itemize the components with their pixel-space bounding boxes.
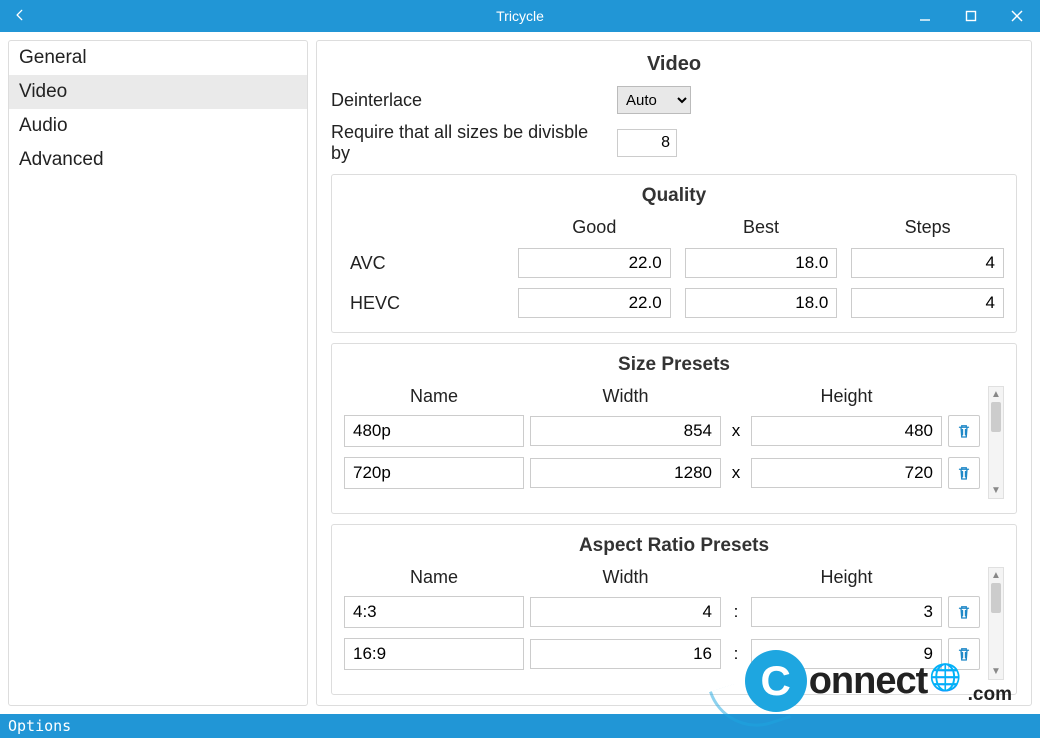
aspect-width-input[interactable] xyxy=(530,597,721,627)
size-height-input[interactable] xyxy=(751,416,942,446)
size-width-input[interactable] xyxy=(530,416,721,446)
quality-header-steps: Steps xyxy=(851,217,1004,238)
close-icon xyxy=(1011,10,1023,22)
aspect-presets-panel: Aspect Ratio Presets Name Width Height : xyxy=(331,524,1017,695)
aspect-header-width: Width xyxy=(530,567,721,588)
window-body: General Video Audio Advanced Video Deint… xyxy=(0,32,1040,714)
window-controls xyxy=(902,0,1040,32)
quality-codec-hevc: HEVC xyxy=(344,293,504,314)
window-title: Tricycle xyxy=(496,8,544,24)
trash-icon xyxy=(955,422,973,440)
aspect-presets-scrollbar[interactable]: ▲ ▼ xyxy=(988,567,1004,680)
size-preset-row: x xyxy=(344,457,982,489)
size-presets-header: Name Width Height xyxy=(344,386,982,407)
size-presets-scrollbar[interactable]: ▲ ▼ xyxy=(988,386,1004,499)
size-preset-row: x xyxy=(344,415,982,447)
aspect-header-height: Height xyxy=(751,567,942,588)
size-separator: x xyxy=(727,421,745,441)
aspect-presets-header: Name Width Height xyxy=(344,567,982,588)
divisible-row: Require that all sizes be divisble by xyxy=(331,122,1017,164)
chevron-left-icon xyxy=(13,8,27,22)
close-button[interactable] xyxy=(994,0,1040,32)
size-name-input[interactable] xyxy=(344,415,524,447)
size-header-height: Height xyxy=(751,386,942,407)
quality-panel: Quality Good Best Steps AVC HEVC xyxy=(331,174,1017,333)
delete-size-preset-button[interactable] xyxy=(948,415,980,447)
minimize-button[interactable] xyxy=(902,0,948,32)
aspect-separator: : xyxy=(727,644,745,664)
avc-steps-input[interactable] xyxy=(851,248,1004,278)
sidebar-item-general[interactable]: General xyxy=(9,41,307,75)
back-button[interactable] xyxy=(0,6,40,27)
page-title: Video xyxy=(331,53,1017,76)
trash-icon xyxy=(955,645,973,663)
minimize-icon xyxy=(919,10,931,22)
trash-icon xyxy=(955,464,973,482)
scroll-down-icon[interactable]: ▼ xyxy=(991,485,1001,496)
main-panel: Video Deinterlace Auto Require that all … xyxy=(316,40,1032,706)
scroll-thumb[interactable] xyxy=(991,402,1001,432)
aspect-name-input[interactable] xyxy=(344,638,524,670)
trash-icon xyxy=(955,603,973,621)
scroll-up-icon[interactable]: ▲ xyxy=(991,389,1001,400)
aspect-name-input[interactable] xyxy=(344,596,524,628)
hevc-steps-input[interactable] xyxy=(851,288,1004,318)
quality-header-good: Good xyxy=(518,217,671,238)
size-height-input[interactable] xyxy=(751,458,942,488)
quality-grid: Good Best Steps AVC HEVC xyxy=(344,217,1004,318)
delete-aspect-preset-button[interactable] xyxy=(948,638,980,670)
sidebar: General Video Audio Advanced xyxy=(8,40,308,706)
scroll-down-icon[interactable]: ▼ xyxy=(991,666,1001,677)
sidebar-item-audio[interactable]: Audio xyxy=(9,109,307,143)
deinterlace-label: Deinterlace xyxy=(331,90,607,111)
scroll-up-icon[interactable]: ▲ xyxy=(991,570,1001,581)
aspect-height-input[interactable] xyxy=(751,639,942,669)
deinterlace-row: Deinterlace Auto xyxy=(331,86,1017,114)
hevc-best-input[interactable] xyxy=(685,288,838,318)
size-header-width: Width xyxy=(530,386,721,407)
statusbar-label: Options xyxy=(8,717,71,735)
size-presets-panel: Size Presets Name Width Height x xyxy=(331,343,1017,514)
size-width-input[interactable] xyxy=(530,458,721,488)
aspect-preset-row: : xyxy=(344,596,982,628)
hevc-good-input[interactable] xyxy=(518,288,671,318)
divisible-label: Require that all sizes be divisble by xyxy=(331,122,607,164)
aspect-height-input[interactable] xyxy=(751,597,942,627)
statusbar: Options xyxy=(0,714,1040,738)
aspect-header-name: Name xyxy=(344,567,524,588)
delete-size-preset-button[interactable] xyxy=(948,457,980,489)
size-separator: x xyxy=(727,463,745,483)
aspect-presets-title: Aspect Ratio Presets xyxy=(344,535,1004,557)
maximize-icon xyxy=(965,10,977,22)
deinterlace-select[interactable]: Auto xyxy=(617,86,691,114)
avc-best-input[interactable] xyxy=(685,248,838,278)
sidebar-item-advanced[interactable]: Advanced xyxy=(9,143,307,177)
size-name-input[interactable] xyxy=(344,457,524,489)
aspect-preset-row: : xyxy=(344,638,982,670)
scroll-thumb[interactable] xyxy=(991,583,1001,613)
quality-codec-avc: AVC xyxy=(344,253,504,274)
aspect-width-input[interactable] xyxy=(530,639,721,669)
avc-good-input[interactable] xyxy=(518,248,671,278)
size-header-name: Name xyxy=(344,386,524,407)
quality-header-best: Best xyxy=(685,217,838,238)
aspect-separator: : xyxy=(727,602,745,622)
size-presets-title: Size Presets xyxy=(344,354,1004,376)
sidebar-item-video[interactable]: Video xyxy=(9,75,307,109)
titlebar: Tricycle xyxy=(0,0,1040,32)
delete-aspect-preset-button[interactable] xyxy=(948,596,980,628)
maximize-button[interactable] xyxy=(948,0,994,32)
divisible-input[interactable] xyxy=(617,129,677,157)
quality-title: Quality xyxy=(344,185,1004,207)
